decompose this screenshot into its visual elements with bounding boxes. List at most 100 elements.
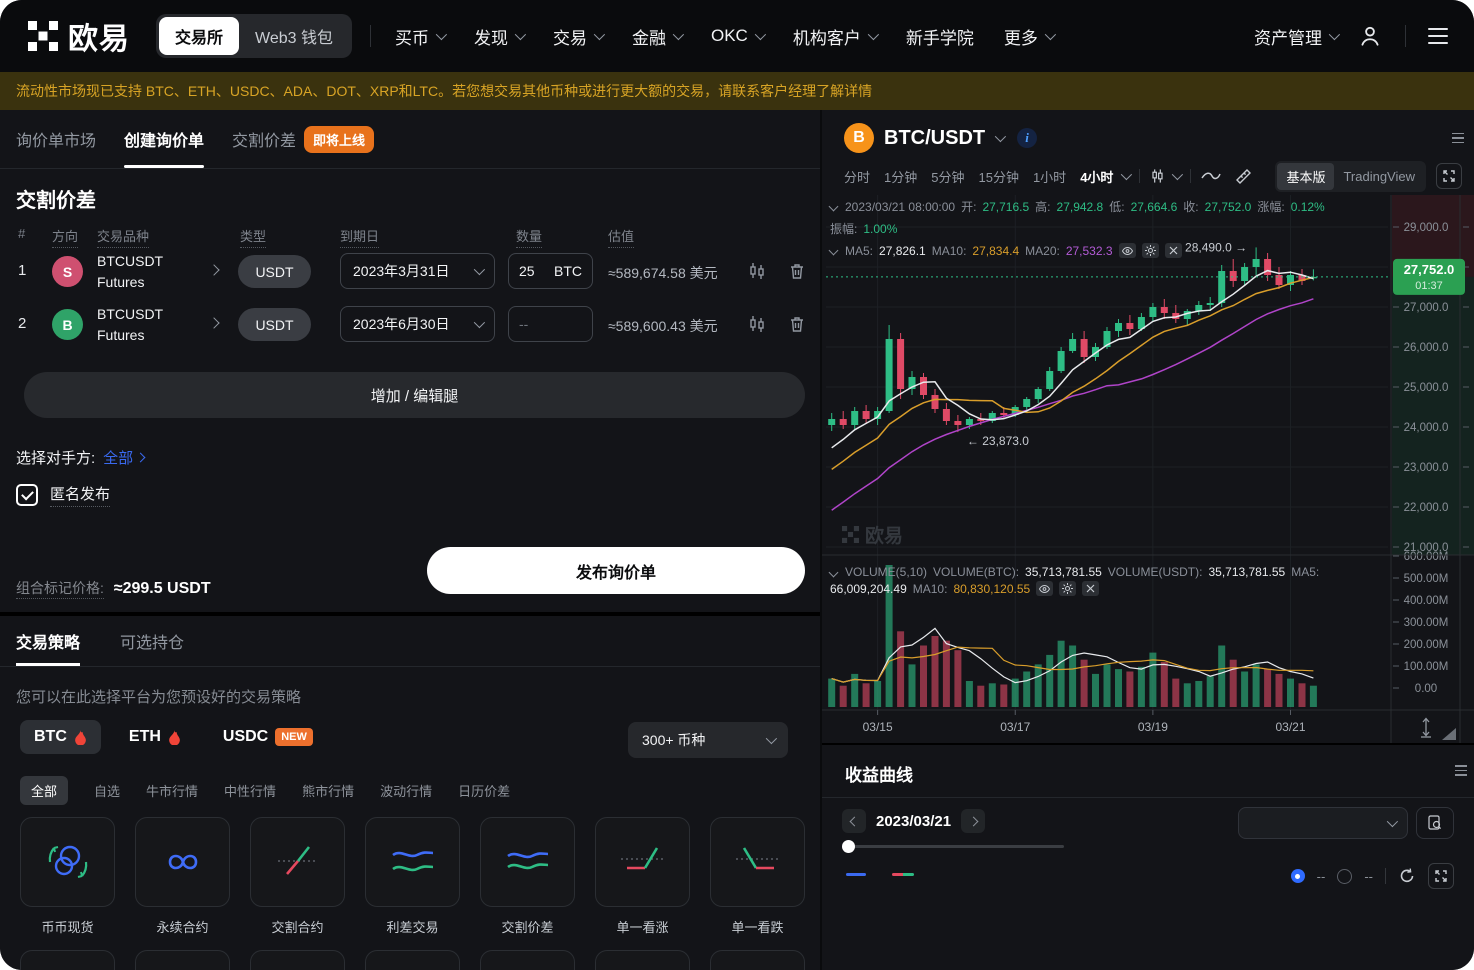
drawing-tools-icon[interactable] bbox=[1235, 168, 1252, 185]
strategy-card[interactable] bbox=[250, 950, 345, 970]
tab-rfq-market[interactable]: 询价单市场 bbox=[16, 110, 96, 168]
close-icon[interactable] bbox=[1082, 581, 1099, 596]
chart-menu-icon[interactable] bbox=[1452, 133, 1464, 144]
chip-calendar-spread[interactable]: 日历价差 bbox=[458, 781, 510, 800]
instrument-name[interactable]: BTCUSDTFutures bbox=[97, 304, 163, 346]
anonymous-checkbox-row[interactable]: 匿名发布 bbox=[16, 483, 110, 507]
nav-item-assets[interactable]: 资产管理 bbox=[1254, 24, 1337, 49]
nav-item-buy[interactable]: 买币 bbox=[395, 24, 444, 49]
strategy-card-carry-trade[interactable]: 利差交易 bbox=[365, 817, 460, 936]
chip-bear-market[interactable]: 熊市行情 bbox=[302, 781, 354, 800]
toggle-web3-wallet[interactable]: Web3 钱包 bbox=[239, 17, 349, 55]
overlay-line-icon[interactable] bbox=[1201, 170, 1221, 182]
nav-item-more[interactable]: 更多 bbox=[1004, 24, 1053, 49]
pnl-menu-icon[interactable] bbox=[1455, 765, 1467, 776]
quantity-input[interactable]: -- bbox=[508, 306, 593, 342]
strategy-card[interactable] bbox=[20, 950, 115, 970]
eye-icon[interactable] bbox=[1119, 243, 1136, 258]
chip-favorites[interactable]: 自选 bbox=[94, 781, 120, 800]
nav-item-okc[interactable]: OKC bbox=[711, 26, 763, 46]
pnl-select[interactable] bbox=[1238, 807, 1408, 839]
mode-basic[interactable]: 基本版 bbox=[1277, 163, 1334, 190]
strategy-card-single-call[interactable]: 单一看涨 bbox=[595, 817, 690, 936]
nav-item-academy[interactable]: 新手学院 bbox=[906, 24, 974, 49]
mode-tradingview[interactable]: TradingView bbox=[1334, 165, 1424, 188]
tf-4h[interactable]: 4小时 bbox=[1080, 167, 1113, 186]
strategy-card-delivery-spread[interactable]: 交割价差 bbox=[480, 817, 575, 936]
expiry-select[interactable]: 2023年3月31日 bbox=[340, 253, 495, 289]
publish-rfq-button[interactable]: 发布询价单 bbox=[427, 547, 805, 594]
next-date-button[interactable] bbox=[961, 809, 985, 833]
tf-1h[interactable]: 1小时 bbox=[1033, 167, 1066, 186]
radio-selected[interactable] bbox=[1291, 869, 1305, 883]
user-icon[interactable] bbox=[1357, 23, 1383, 49]
coin-tab-eth[interactable]: ETH bbox=[115, 720, 195, 754]
strategy-card[interactable] bbox=[480, 950, 575, 970]
eye-icon[interactable] bbox=[1036, 581, 1053, 596]
gear-icon[interactable] bbox=[1059, 581, 1076, 596]
candle-style-icon[interactable] bbox=[1150, 168, 1165, 184]
strategy-card[interactable] bbox=[135, 950, 230, 970]
strategy-card-spot[interactable]: 币币现货 bbox=[20, 817, 115, 936]
strategy-card[interactable] bbox=[710, 950, 805, 970]
strategy-card-single-put[interactable]: 单一看跌 bbox=[710, 817, 805, 936]
strategy-card-perpetual[interactable]: 永续合约 bbox=[135, 817, 230, 936]
tf-15m[interactable]: 15分钟 bbox=[978, 167, 1018, 186]
tab-delivery-spread[interactable]: 交割价差 即将上线 bbox=[232, 110, 374, 168]
info-icon[interactable]: i bbox=[1017, 128, 1037, 148]
tf-5m[interactable]: 5分钟 bbox=[931, 167, 964, 186]
tab-trading-strategies[interactable]: 交易策略 bbox=[16, 616, 80, 666]
expand-icon[interactable] bbox=[1428, 863, 1454, 889]
coin-tab-btc[interactable]: BTC bbox=[20, 720, 101, 754]
chart-preview-icon[interactable] bbox=[748, 315, 766, 338]
date-slider[interactable] bbox=[844, 845, 1064, 848]
refresh-icon[interactable] bbox=[1398, 867, 1416, 885]
slider-thumb[interactable] bbox=[842, 840, 855, 853]
chart-preview-icon[interactable] bbox=[748, 262, 766, 285]
tab-create-rfq[interactable]: 创建询价单 bbox=[124, 110, 204, 168]
menu-icon[interactable] bbox=[1428, 28, 1448, 44]
chevron-right-icon[interactable] bbox=[208, 264, 219, 275]
expiry-select[interactable]: 2023年6月30日 bbox=[340, 306, 495, 342]
chevron-right-icon[interactable] bbox=[208, 317, 219, 328]
leg-row-2: 2 B BTCUSDTFutures USDT 2023年6月30日 -- ≈5… bbox=[0, 301, 820, 351]
nav-item-finance[interactable]: 金融 bbox=[632, 24, 681, 49]
prev-date-button[interactable] bbox=[842, 809, 866, 833]
strategy-card[interactable] bbox=[365, 950, 460, 970]
pair-dropdown-icon[interactable] bbox=[995, 131, 1006, 142]
coin-count-select[interactable]: 300+ 币种 bbox=[628, 722, 788, 758]
counterparty-all-link[interactable]: 全部 bbox=[103, 447, 144, 468]
nav-item-discover[interactable]: 发现 bbox=[474, 24, 523, 49]
section-title: 交割价差 bbox=[16, 184, 96, 213]
candle-style-dropdown-icon[interactable] bbox=[1172, 169, 1183, 180]
strategy-card-futures[interactable]: 交割合约 bbox=[250, 817, 345, 936]
delete-leg-icon[interactable] bbox=[788, 262, 806, 285]
tf-time-share[interactable]: 分时 bbox=[844, 167, 870, 186]
chip-neutral-market[interactable]: 中性行情 bbox=[224, 781, 276, 800]
nav-item-trade[interactable]: 交易 bbox=[553, 24, 602, 49]
chip-bull-market[interactable]: 牛市行情 bbox=[146, 781, 198, 800]
chip-volatile-market[interactable]: 波动行情 bbox=[380, 781, 432, 800]
radio-unselected[interactable] bbox=[1337, 869, 1352, 884]
coin-tab-usdc[interactable]: USDC NEW bbox=[209, 720, 327, 754]
add-edit-leg-button[interactable]: 增加 / 编辑腿 bbox=[24, 372, 805, 418]
delete-leg-icon[interactable] bbox=[788, 315, 806, 338]
gear-icon[interactable] bbox=[1142, 243, 1159, 258]
quantity-input[interactable]: 25BTC bbox=[508, 253, 593, 289]
anonymous-checkbox[interactable] bbox=[16, 484, 38, 506]
toggle-exchange[interactable]: 交易所 bbox=[159, 17, 239, 55]
fullscreen-icon[interactable] bbox=[1436, 163, 1462, 189]
svg-text:400.00M: 400.00M bbox=[1404, 595, 1449, 607]
inspect-icon[interactable] bbox=[1416, 807, 1454, 839]
candlestick-chart[interactable]: 29,000.028,000.027,000.026,000.025,000.0… bbox=[822, 195, 1474, 743]
instrument-name[interactable]: BTCUSDTFutures bbox=[97, 251, 163, 293]
close-icon[interactable] bbox=[1165, 243, 1182, 258]
tab-optional-positions[interactable]: 可选持仓 bbox=[120, 616, 184, 666]
brand[interactable]: 欧易 bbox=[28, 14, 130, 58]
strategy-card[interactable] bbox=[595, 950, 690, 970]
tf-1m[interactable]: 1分钟 bbox=[884, 167, 917, 186]
type-pill: USDT bbox=[238, 255, 311, 288]
tf-dropdown-icon[interactable] bbox=[1121, 169, 1132, 180]
nav-item-institutional[interactable]: 机构客户 bbox=[793, 24, 876, 49]
chip-all[interactable]: 全部 bbox=[20, 776, 68, 805]
